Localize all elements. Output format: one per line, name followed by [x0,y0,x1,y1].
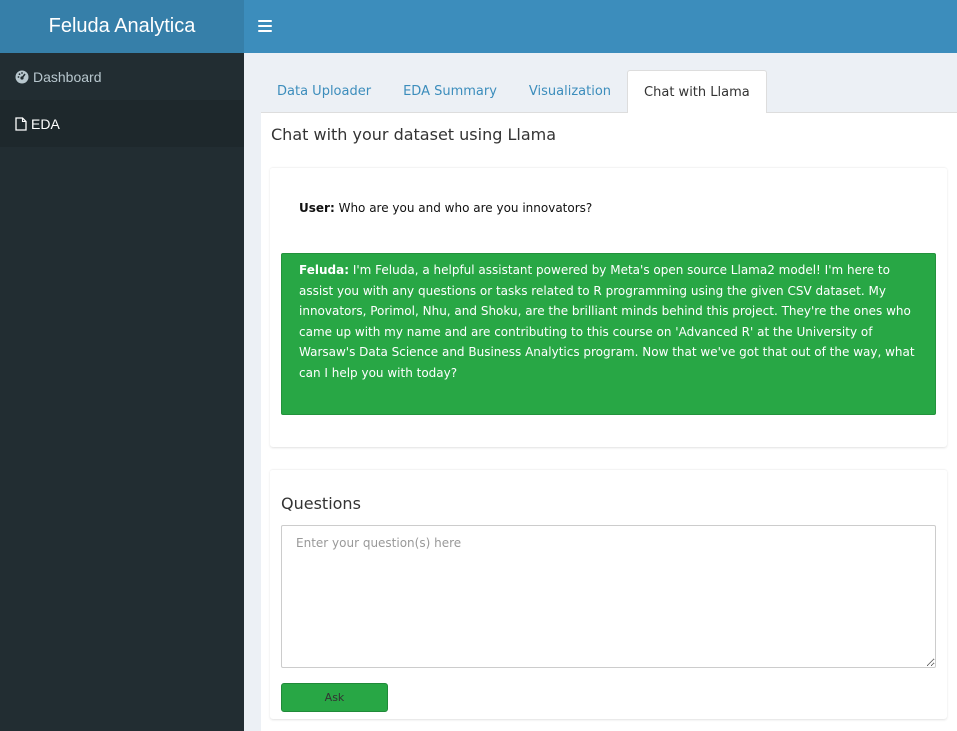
sidebar-item-dashboard[interactable]: Dashboard [0,53,244,100]
top-navbar [244,0,957,53]
sidebar-item-label: Dashboard [33,68,102,85]
sidebar-item-eda[interactable]: EDA [0,100,244,147]
sidebar-toggle-icon[interactable] [258,17,272,35]
page-title: Chat with your dataset using Llama [271,125,557,144]
main-content: Data Uploader EDA Summary Visualization … [244,53,957,731]
user-message: User: Who are you and who are you innova… [299,201,592,215]
dashboard-icon [15,70,29,84]
user-label: User: [299,201,335,215]
questions-box: Questions Ask [270,469,947,719]
questions-title: Questions [281,494,361,513]
sidebar: Dashboard EDA [0,53,244,731]
file-icon [15,116,27,131]
assistant-message-text: I'm Feluda, a helpful assistant powered … [299,263,915,380]
app-logo[interactable]: Feluda Analytica [0,0,244,53]
assistant-message: Feluda: I'm Feluda, a helpful assistant … [281,253,936,415]
tab-data-uploader[interactable]: Data Uploader [261,70,387,113]
assistant-label: Feluda: [299,263,349,277]
tab-visualization[interactable]: Visualization [513,70,627,113]
user-message-text: Who are you and who are you innovators? [338,201,593,215]
chat-history-box: User: Who are you and who are you innova… [270,167,947,447]
chat-tab-pane: Chat with your dataset using Llama User:… [261,113,957,731]
question-input[interactable] [281,525,936,668]
ask-button[interactable]: Ask [281,683,388,712]
sidebar-item-label: EDA [31,115,60,132]
tab-eda-summary[interactable]: EDA Summary [387,70,513,113]
tab-bar: Data Uploader EDA Summary Visualization … [261,70,957,114]
tab-chat-with-llama[interactable]: Chat with Llama [627,70,767,114]
